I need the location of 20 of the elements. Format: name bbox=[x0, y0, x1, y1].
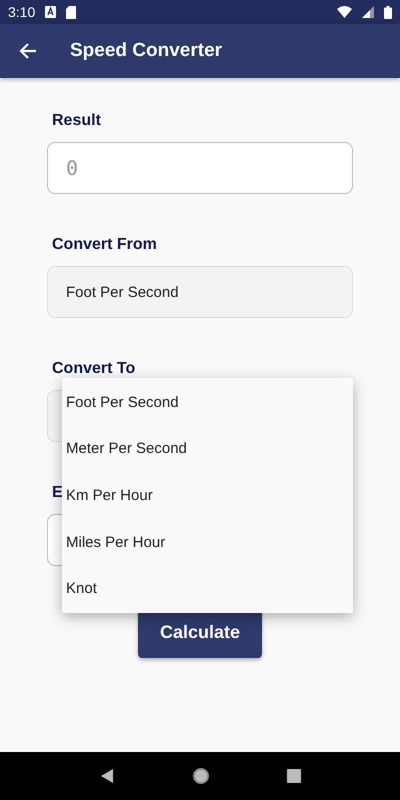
recents-icon[interactable] bbox=[287, 769, 302, 783]
dropdown-field[interactable]: Foot Per Second bbox=[47, 266, 353, 318]
menu-item[interactable]: Meter Per Second bbox=[62, 426, 353, 472]
field-label: E bbox=[52, 484, 63, 502]
battery-icon bbox=[384, 6, 392, 18]
signal-icon bbox=[362, 6, 374, 18]
field-label: Convert From bbox=[52, 236, 157, 254]
back-icon[interactable] bbox=[98, 768, 115, 784]
screen-title: Speed Converter bbox=[70, 40, 222, 62]
home-icon[interactable] bbox=[192, 767, 210, 785]
field-label: Result bbox=[52, 112, 101, 130]
status-time: 3:10 bbox=[8, 4, 36, 20]
menu-item[interactable]: Foot Per Second bbox=[62, 379, 353, 426]
back-arrow-icon[interactable] bbox=[18, 41, 38, 61]
sd-card-icon bbox=[66, 6, 76, 18]
notification-icon bbox=[45, 6, 56, 18]
menu-item[interactable]: Km Per Hour bbox=[62, 472, 353, 519]
wifi-icon bbox=[337, 6, 352, 18]
menu-item[interactable]: Miles Per Hour bbox=[62, 518, 353, 566]
field-label: Convert To bbox=[52, 360, 136, 378]
